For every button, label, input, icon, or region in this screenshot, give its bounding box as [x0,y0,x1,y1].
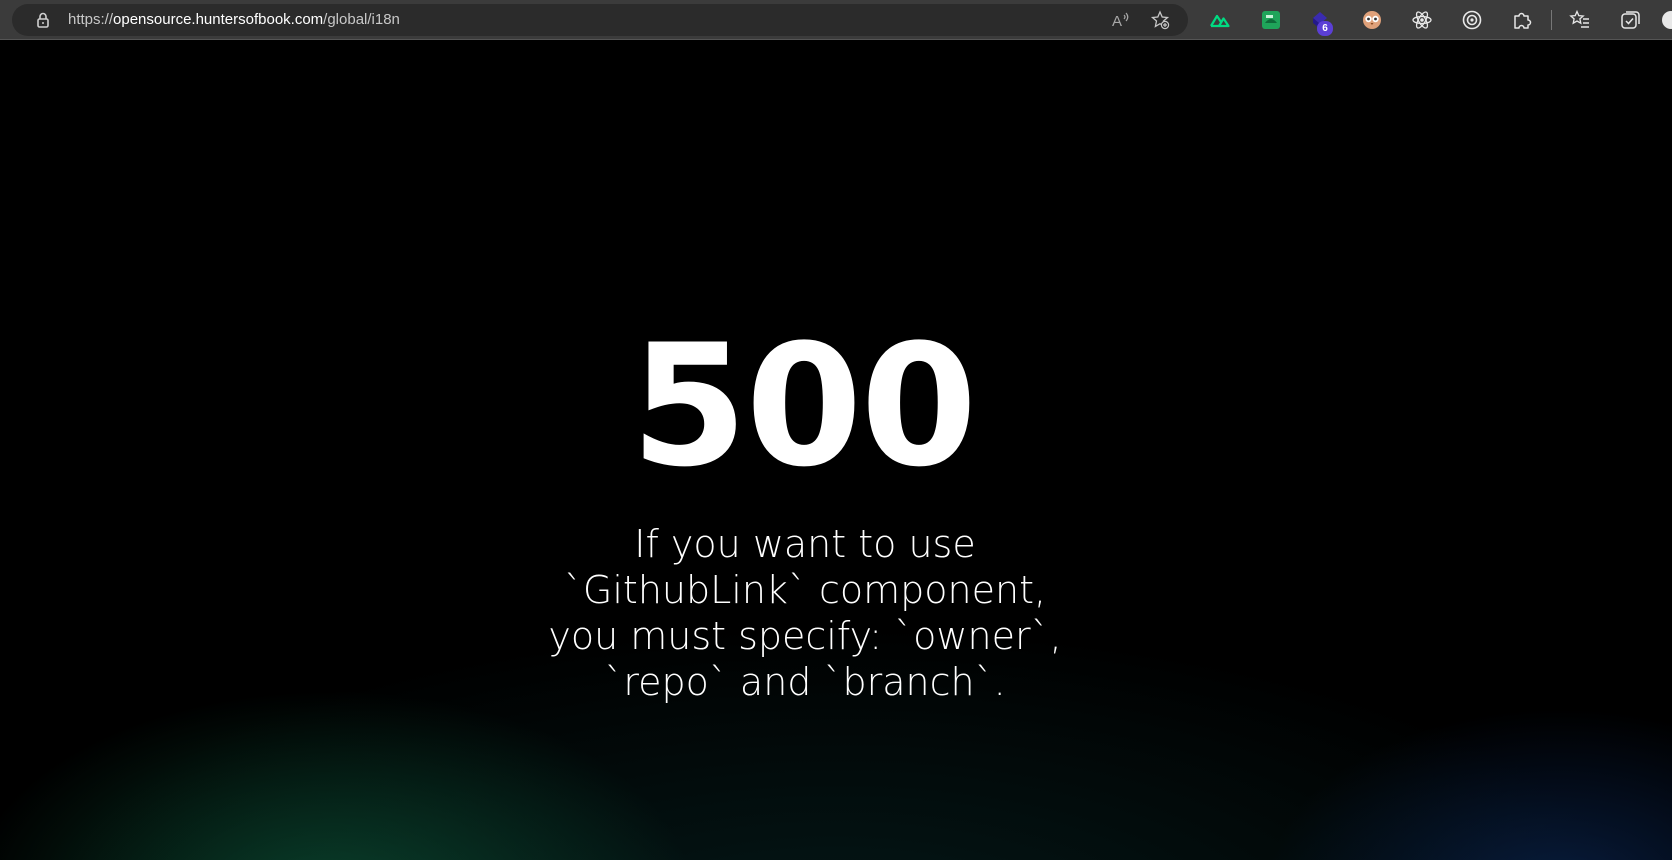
url-host: opensource.huntersofbook.com [113,11,324,28]
browser-toolbar: https://opensource.huntersofbook.com/glo… [0,0,1672,40]
owl-extension-icon[interactable] [1361,9,1383,31]
extension-badge: 6 [1317,21,1333,36]
svg-text:A: A [1112,13,1122,30]
react-devtools-icon[interactable] [1411,9,1433,31]
error-page: 500 If you want to use `GithubLink` comp… [0,41,1672,860]
url-text[interactable]: https://opensource.huntersofbook.com/glo… [68,4,400,36]
profile-avatar-icon[interactable] [1660,9,1672,31]
lock-icon[interactable] [34,11,52,29]
read-aloud-icon[interactable]: A [1110,10,1130,30]
nuxt-devtools-icon[interactable] [1209,9,1231,31]
green-extension-icon[interactable] [1260,9,1282,31]
extensions-puzzle-icon[interactable] [1511,9,1533,31]
url-path: /global/i18n [323,11,400,28]
url-scheme: https:// [68,11,114,28]
add-favorite-icon[interactable] [1150,10,1170,30]
target-extension-icon[interactable] [1461,9,1483,31]
favorites-icon[interactable] [1569,9,1591,31]
collections-icon[interactable] [1619,9,1641,31]
toolbar-separator [1551,10,1552,30]
error-message: If you want to use `GithubLink` componen… [548,522,1062,704]
address-bar[interactable]: https://opensource.huntersofbook.com/glo… [12,4,1188,36]
error-code: 500 [630,308,978,504]
